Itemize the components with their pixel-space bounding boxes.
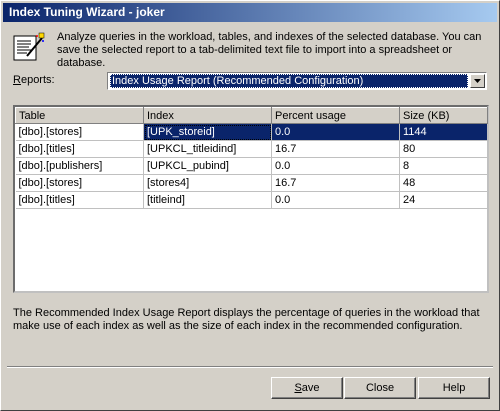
- separator: [7, 366, 493, 368]
- cell-percent-usage[interactable]: 16.7: [271, 140, 400, 158]
- cell-index[interactable]: [UPKCL_pubind]: [143, 157, 272, 175]
- cell-percent-usage[interactable]: 0.0: [271, 157, 400, 175]
- window-title: Index Tuning Wizard - joker: [9, 5, 165, 19]
- index-usage-grid[interactable]: Table Index Percent usage Size (KB) [dbo…: [13, 105, 489, 293]
- dropdown-arrow-button[interactable]: [470, 74, 485, 88]
- grid-header-row: Table Index Percent usage Size (KB): [15, 107, 488, 124]
- cell-size[interactable]: 80: [399, 140, 488, 158]
- cell-size[interactable]: 1144: [399, 123, 488, 141]
- cell-percent-usage[interactable]: 0.0: [271, 123, 400, 141]
- wizard-window: Index Tuning Wizard - joker Analyze quer…: [0, 0, 500, 411]
- cell-size[interactable]: 48: [399, 174, 488, 192]
- cell-percent-usage[interactable]: 0.0: [271, 191, 400, 209]
- cell-size[interactable]: 24: [399, 191, 488, 209]
- wizard-description: Analyze queries in the workload, tables,…: [57, 31, 482, 69]
- report-explanation: The Recommended Index Usage Report displ…: [13, 307, 480, 332]
- table-row[interactable]: [dbo].[stores] [UPK_storeid] 0.0 1144: [15, 123, 488, 141]
- reports-selected-value: Index Usage Report (Recommended Configur…: [110, 74, 468, 88]
- table-row[interactable]: [dbo].[publishers] [UPKCL_pubind] 0.0 8: [15, 157, 488, 175]
- column-header-index[interactable]: Index: [143, 107, 272, 124]
- table-row[interactable]: [dbo].[titles] [UPKCL_titleidind] 16.7 8…: [15, 140, 488, 158]
- cell-index[interactable]: [UPK_storeid]: [143, 123, 272, 141]
- column-header-size[interactable]: Size (KB): [399, 107, 488, 124]
- reports-dropdown[interactable]: Index Usage Report (Recommended Configur…: [107, 72, 487, 90]
- save-button[interactable]: Save: [271, 377, 343, 399]
- cell-percent-usage[interactable]: 16.7: [271, 174, 400, 192]
- cell-table[interactable]: [dbo].[stores]: [15, 123, 144, 141]
- table-row[interactable]: [dbo].[stores] [stores4] 16.7 48: [15, 174, 488, 192]
- help-button[interactable]: Help: [418, 377, 490, 399]
- cell-table[interactable]: [dbo].[titles]: [15, 140, 144, 158]
- chevron-down-icon: [474, 79, 481, 83]
- cell-size[interactable]: 8: [399, 157, 488, 175]
- cell-index[interactable]: [titleind]: [143, 191, 272, 209]
- cell-table[interactable]: [dbo].[stores]: [15, 174, 144, 192]
- cell-table[interactable]: [dbo].[titles]: [15, 191, 144, 209]
- cell-index[interactable]: [stores4]: [143, 174, 272, 192]
- close-button[interactable]: Close: [344, 377, 416, 399]
- cell-index[interactable]: [UPKCL_titleidind]: [143, 140, 272, 158]
- cell-table[interactable]: [dbo].[publishers]: [15, 157, 144, 175]
- column-header-table[interactable]: Table: [15, 107, 144, 124]
- reports-label: Reports:: [13, 74, 55, 86]
- report-wizard-icon: [13, 32, 45, 62]
- title-bar[interactable]: Index Tuning Wizard - joker: [3, 3, 497, 22]
- table-row[interactable]: [dbo].[titles] [titleind] 0.0 24: [15, 191, 488, 209]
- column-header-percent-usage[interactable]: Percent usage: [271, 107, 400, 124]
